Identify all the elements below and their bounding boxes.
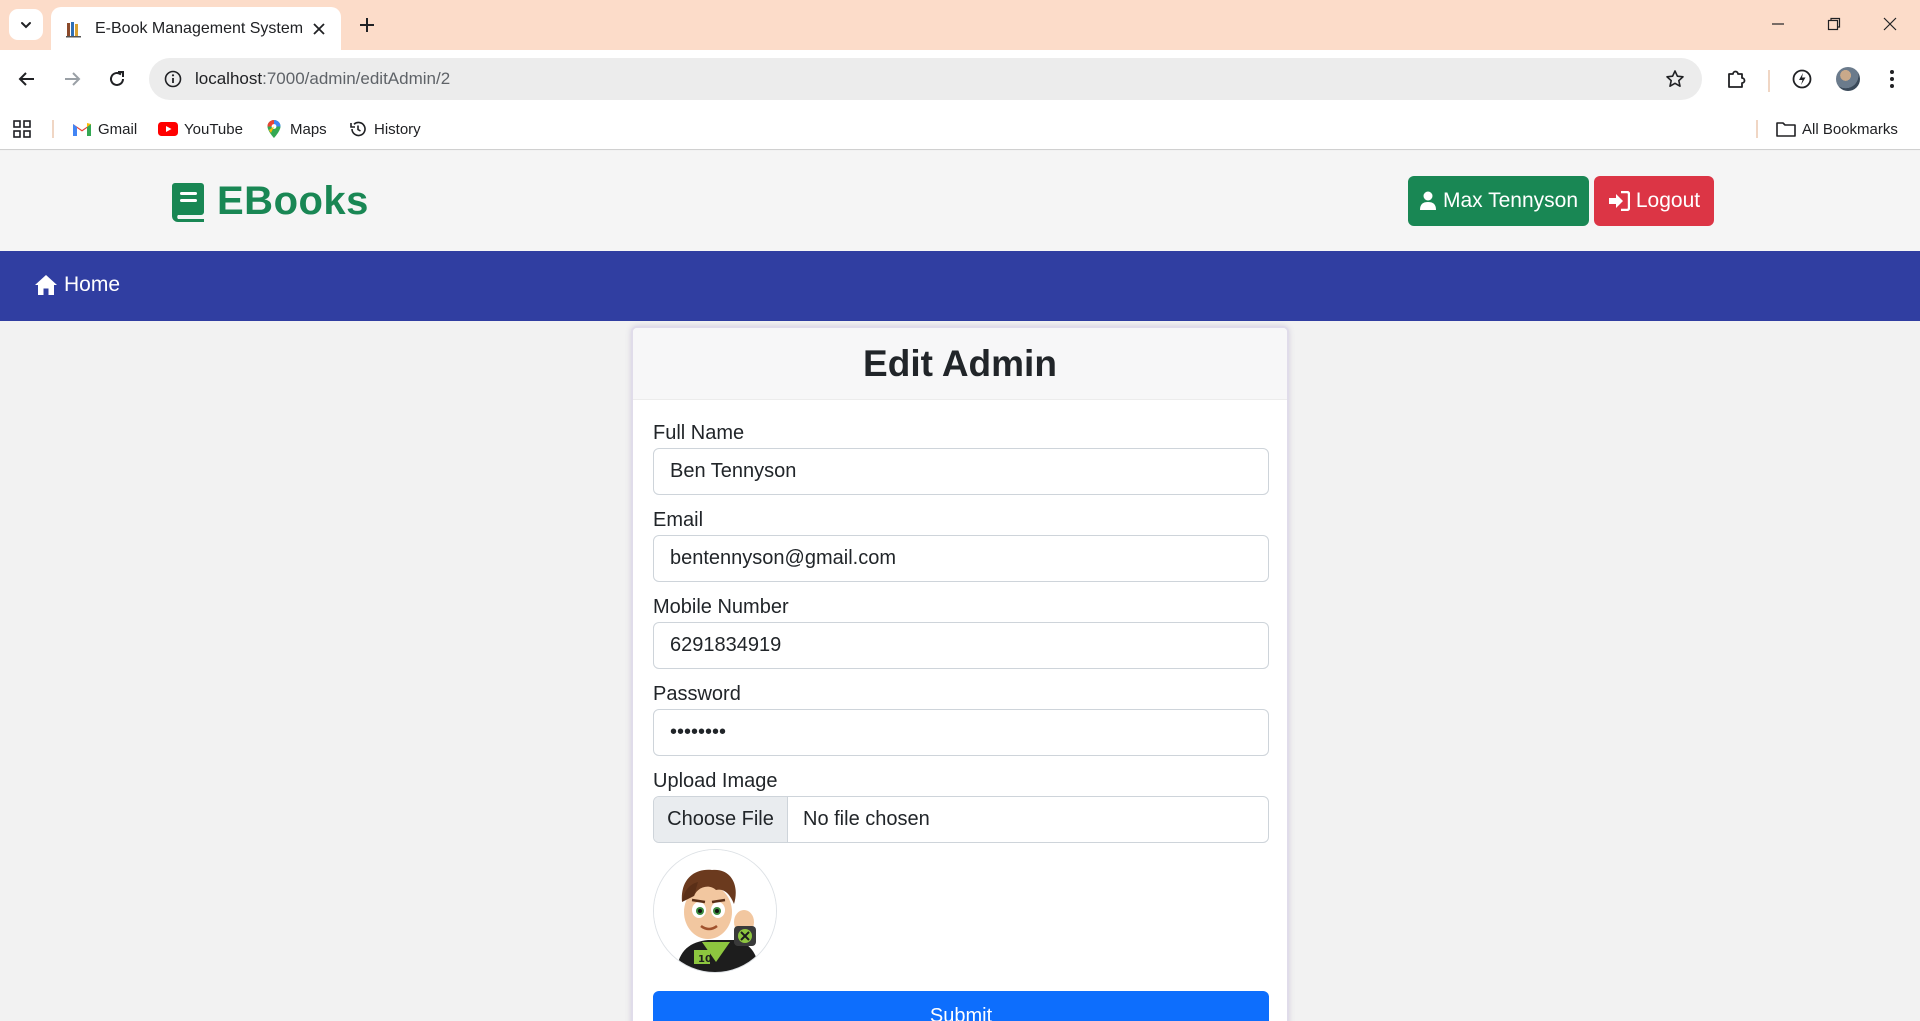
bookmark-youtube[interactable]: YouTube (158, 116, 243, 142)
file-status-text: No file chosen (803, 808, 930, 830)
apps-button[interactable] (12, 116, 38, 142)
browser-tab-bar: E-Book Management System (0, 0, 1920, 50)
performance-button[interactable] (1786, 63, 1818, 95)
close-icon (1883, 17, 1897, 31)
new-tab-button[interactable] (352, 10, 382, 40)
arrow-left-icon (18, 72, 34, 86)
tab-title: E-Book Management System (95, 19, 304, 37)
password-input[interactable] (653, 709, 1269, 756)
plus-icon (360, 18, 374, 32)
books-favicon-icon (65, 20, 83, 38)
mobile-number-input[interactable] (653, 622, 1269, 669)
user-profile-button[interactable]: Max Tennyson (1408, 176, 1589, 226)
bookmark-star-icon[interactable] (1662, 66, 1688, 92)
browser-toolbar: localhost:7000/admin/editAdmin/2 (0, 50, 1920, 108)
email-input[interactable] (653, 535, 1269, 582)
upload-image-input[interactable]: Choose File No file chosen (653, 796, 1269, 843)
history-icon (348, 119, 368, 139)
profile-button[interactable] (1832, 63, 1864, 95)
choose-file-button[interactable]: Choose File (654, 797, 788, 842)
reload-button[interactable] (99, 61, 135, 97)
bookmark-label: Gmail (98, 120, 138, 138)
minimize-icon (1772, 23, 1784, 25)
all-bookmarks-label: All Bookmarks (1802, 120, 1898, 138)
speed-icon (1792, 69, 1812, 89)
submit-button[interactable]: Submit (653, 991, 1269, 1021)
bookmark-maps[interactable]: Maps (264, 116, 327, 142)
admin-avatar: 10 (653, 849, 777, 973)
bookmarks-divider (52, 120, 54, 138)
email-label: Email (653, 509, 704, 531)
mobile-number-label: Mobile Number (653, 596, 789, 618)
maps-icon (264, 119, 284, 139)
user-icon (1419, 191, 1436, 210)
puzzle-icon (1728, 70, 1746, 88)
forward-button[interactable] (54, 61, 90, 97)
url-host: localhost (195, 69, 263, 88)
apps-grid-icon (12, 119, 32, 139)
restore-icon (1827, 17, 1841, 31)
bookmark-label: History (374, 120, 421, 138)
upload-image-label: Upload Image (653, 770, 778, 792)
logout-button[interactable]: Logout (1594, 176, 1714, 226)
restore-button[interactable] (1814, 8, 1854, 40)
card-header: Edit Admin (633, 328, 1287, 400)
profile-avatar (1836, 67, 1860, 91)
logout-label: Logout (1635, 189, 1701, 212)
main-navbar: Home (0, 251, 1920, 321)
window-close-button[interactable] (1870, 8, 1910, 40)
all-bookmarks-button[interactable]: All Bookmarks (1776, 116, 1898, 142)
tab-search-button[interactable] (9, 9, 43, 40)
full-name-input[interactable] (653, 448, 1269, 495)
brand-logo[interactable]: EBooks (169, 179, 369, 224)
more-vertical-icon (1890, 70, 1894, 88)
bookmark-label: YouTube (184, 120, 243, 138)
site-header: EBooks Max Tennyson Logout (0, 151, 1920, 251)
gmail-icon (72, 119, 92, 139)
extensions-button[interactable] (1720, 63, 1752, 95)
submit-label: Submit (929, 1005, 993, 1021)
book-icon (172, 182, 204, 222)
menu-button[interactable] (1876, 63, 1908, 95)
home-icon (35, 275, 57, 295)
back-button[interactable] (9, 61, 45, 97)
toolbar-divider (1768, 70, 1770, 92)
bookmark-label: Maps (290, 120, 327, 138)
brand-name: EBooks (217, 179, 369, 223)
password-label: Password (653, 683, 741, 705)
bookmark-gmail[interactable]: Gmail (72, 116, 137, 142)
edit-admin-card: Edit Admin Full Name Email Mobile Number… (631, 326, 1289, 1021)
address-bar[interactable]: localhost:7000/admin/editAdmin/2 (149, 58, 1702, 100)
page-title: Edit Admin (863, 342, 1057, 384)
close-icon[interactable] (309, 19, 329, 39)
nav-home-label: Home (64, 273, 121, 296)
full-name-label: Full Name (653, 422, 745, 444)
youtube-icon (158, 119, 178, 139)
folder-icon (1776, 119, 1796, 139)
arrow-right-icon (65, 72, 81, 86)
reload-icon (110, 71, 124, 86)
sign-in-icon (1608, 191, 1630, 211)
user-name: Max Tennyson (1442, 189, 1579, 212)
url-text: localhost:7000/admin/editAdmin/2 (195, 69, 450, 89)
bookmark-history[interactable]: History (348, 116, 421, 142)
minimize-button[interactable] (1758, 8, 1798, 40)
svg-text:10: 10 (698, 954, 712, 965)
bookmarks-bar: Gmail YouTube Maps History All Bookmarks (0, 108, 1920, 150)
site-info-icon[interactable] (160, 66, 186, 92)
cartoon-boy-avatar-icon: 10 (654, 850, 776, 972)
chevron-down-icon (21, 21, 31, 28)
bookmarks-divider (1756, 120, 1758, 138)
browser-tab-active[interactable]: E-Book Management System (51, 7, 341, 50)
url-path: :7000/admin/editAdmin/2 (262, 69, 451, 88)
nav-home-link[interactable]: Home (34, 273, 120, 297)
